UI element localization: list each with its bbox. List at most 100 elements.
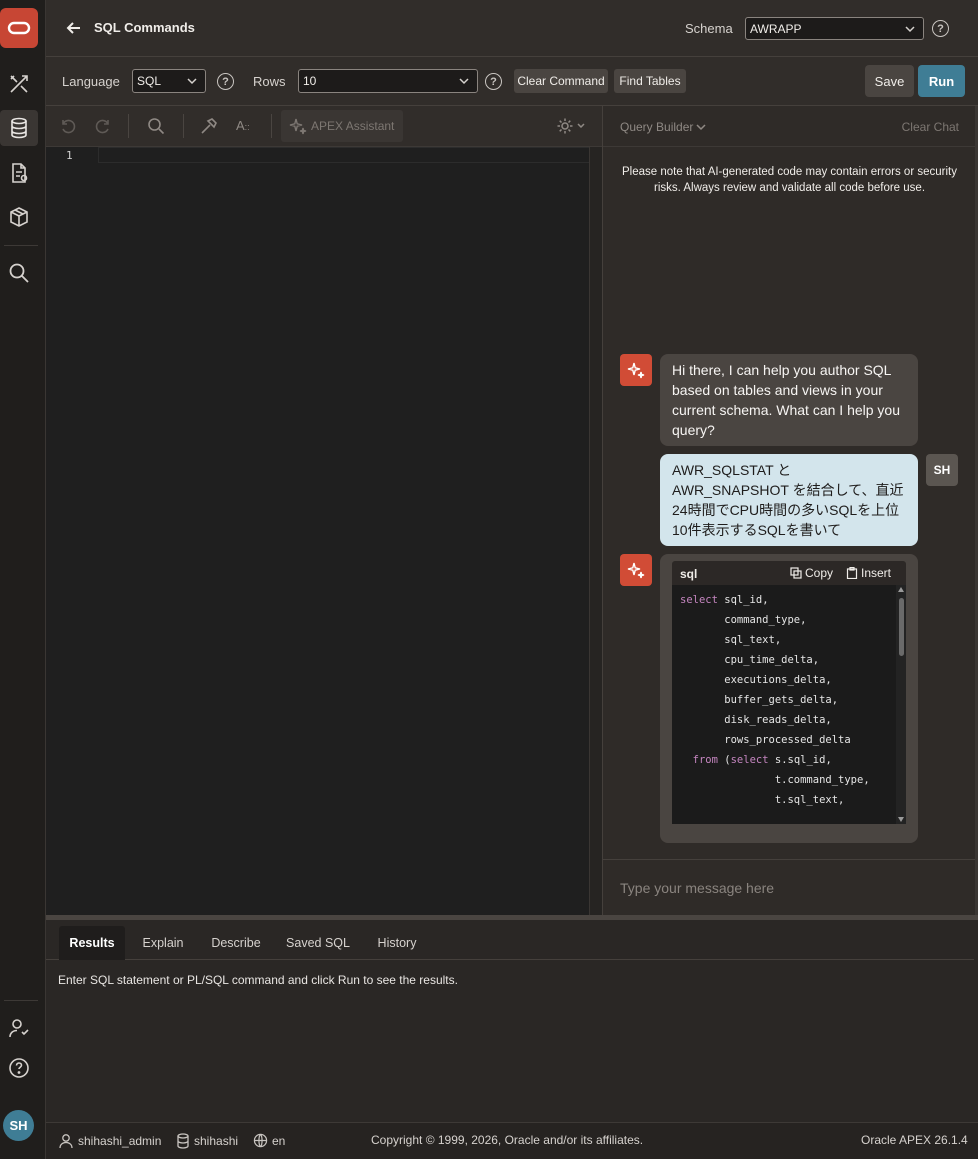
copy-button[interactable]: Copy	[790, 566, 833, 580]
copy-label: Copy	[805, 566, 834, 580]
schema-value: AWRAPP	[750, 21, 802, 36]
language-value: SQL	[137, 74, 162, 88]
copy-icon	[790, 567, 802, 579]
chevron-down-icon	[696, 124, 706, 131]
line-number: 1	[66, 149, 73, 162]
scroll-up-icon[interactable]	[898, 587, 904, 592]
rows-label: Rows	[253, 74, 286, 89]
schema-select[interactable]: AWRAPP	[745, 17, 924, 40]
query-builder-menu[interactable]: Query Builder	[620, 120, 706, 134]
language-label: Language	[62, 74, 120, 89]
scroll-down-icon[interactable]	[898, 817, 904, 822]
assistant-code-message: sql Copy Insert select sql_id, command_t…	[660, 554, 918, 843]
rail-divider	[4, 245, 38, 246]
toolbar-divider	[271, 114, 272, 138]
code-line: select sql_id,	[680, 594, 769, 606]
tab-results[interactable]: Results	[59, 926, 125, 960]
sparkle-icon	[627, 562, 645, 579]
globe-icon	[253, 1133, 268, 1148]
clipboard-icon	[846, 567, 858, 579]
gallery-icon[interactable]	[0, 199, 38, 235]
font-size-icon[interactable]: A::	[236, 118, 250, 133]
user-icon	[59, 1134, 73, 1149]
chat-divider	[603, 859, 976, 860]
rows-select[interactable]: 10	[298, 69, 478, 93]
sql-editor[interactable]: 1	[46, 147, 602, 915]
help-icon[interactable]	[0, 1050, 38, 1086]
undo-icon[interactable]	[59, 117, 77, 135]
ai-disclaimer: Please note that AI-generated code may c…	[622, 166, 957, 194]
tab-history[interactable]: History	[368, 926, 426, 960]
editor-scrollbar[interactable]	[589, 147, 602, 915]
insert-label: Insert	[861, 566, 892, 580]
code-scrollbar-thumb[interactable]	[899, 598, 904, 656]
results-tabs: Results Explain Describe Saved SQL Histo…	[46, 920, 974, 960]
footer-user[interactable]: shihashi_admin	[58, 1133, 161, 1149]
back-arrow-icon[interactable]	[66, 20, 82, 36]
navigation-rail: SH	[0, 0, 46, 1159]
assistant-avatar	[620, 354, 652, 386]
tab-saved-sql[interactable]: Saved SQL	[280, 926, 356, 960]
footer-version: Oracle APEX 26.1.4	[861, 1133, 968, 1147]
save-button[interactable]: Save	[865, 65, 914, 97]
line-number-gutter: 1	[46, 147, 98, 915]
rail-divider	[4, 1000, 38, 1001]
user-avatar[interactable]: SH	[3, 1110, 34, 1141]
chevron-down-icon	[905, 25, 915, 32]
footer-language-code: en	[272, 1133, 286, 1148]
footer-schema[interactable]: shihashi	[176, 1133, 238, 1149]
query-builder-label: Query Builder	[620, 120, 694, 134]
insert-button[interactable]: Insert	[846, 566, 891, 580]
code-line: buffer_gets_delta,	[680, 694, 839, 706]
code-line: from (select s.sql_id,	[692, 754, 832, 766]
data-workshop-icon[interactable]	[0, 155, 38, 191]
assistant-avatar	[620, 554, 652, 586]
code-line: disk_reads_delta,	[680, 714, 832, 726]
footer-language[interactable]: en	[253, 1133, 285, 1148]
find-tables-button[interactable]: Find Tables	[614, 69, 686, 93]
tab-explain[interactable]: Explain	[132, 926, 194, 960]
run-button[interactable]: Run	[918, 65, 965, 97]
sparkle-icon	[627, 362, 645, 379]
administration-icon[interactable]	[0, 1010, 38, 1046]
user-message: AWR_SQLSTAT と AWR_SNAPSHOT を結合して、直近24時間で…	[660, 454, 918, 546]
page-title: SQL Commands	[94, 20, 195, 35]
footer-schema-name: shihashi	[194, 1134, 239, 1148]
code-block-header: sql Copy Insert	[672, 561, 906, 585]
language-select[interactable]: SQL	[132, 69, 206, 93]
schema-help-icon[interactable]: ?	[932, 20, 949, 37]
code-block[interactable]: select sql_id, command_type, sql_text, c…	[672, 585, 906, 824]
clear-chat-button[interactable]: Clear Chat	[902, 120, 959, 134]
code-line: sql_text,	[680, 634, 782, 646]
code-scrollbar[interactable]	[896, 585, 906, 824]
rows-help-icon[interactable]: ?	[485, 73, 502, 90]
command-toolbar: Language SQL ? Rows 10 ? Clear Command F…	[46, 57, 978, 106]
code-line: rows_processed_delta	[680, 734, 851, 746]
clear-command-button[interactable]: Clear Command	[514, 69, 608, 93]
code-line: command_type,	[680, 614, 807, 626]
assistant-greeting-message: Hi there, I can help you author SQL base…	[660, 354, 918, 446]
app-builder-icon[interactable]	[0, 66, 38, 102]
oracle-logo-icon[interactable]	[0, 8, 38, 48]
sql-workshop-icon[interactable]	[0, 110, 38, 146]
find-icon[interactable]	[147, 117, 165, 135]
code-line: t.sql_text,	[680, 794, 845, 806]
page-header: SQL Commands Schema AWRAPP ?	[46, 0, 978, 57]
rows-value: 10	[303, 74, 317, 88]
results-panel: Results Explain Describe Saved SQL Histo…	[46, 920, 978, 1122]
language-help-icon[interactable]: ?	[217, 73, 234, 90]
redo-icon[interactable]	[94, 117, 112, 135]
user-chat-avatar: SH	[926, 454, 958, 486]
search-icon[interactable]	[0, 255, 38, 291]
code-line: executions_delta,	[680, 674, 832, 686]
toolbar-divider	[183, 114, 184, 138]
schema-label: Schema	[685, 21, 733, 36]
settings-gear-icon[interactable]	[556, 117, 586, 135]
tab-describe[interactable]: Describe	[202, 926, 270, 960]
code-text: select sql_id, command_type, sql_text, c…	[680, 590, 870, 810]
database-icon	[177, 1133, 189, 1149]
chevron-down-icon	[187, 78, 197, 85]
chat-message-input[interactable]: Type your message here	[620, 880, 774, 896]
apex-assistant-button[interactable]: APEX Assistant	[281, 110, 403, 142]
hammer-icon[interactable]	[200, 117, 218, 135]
